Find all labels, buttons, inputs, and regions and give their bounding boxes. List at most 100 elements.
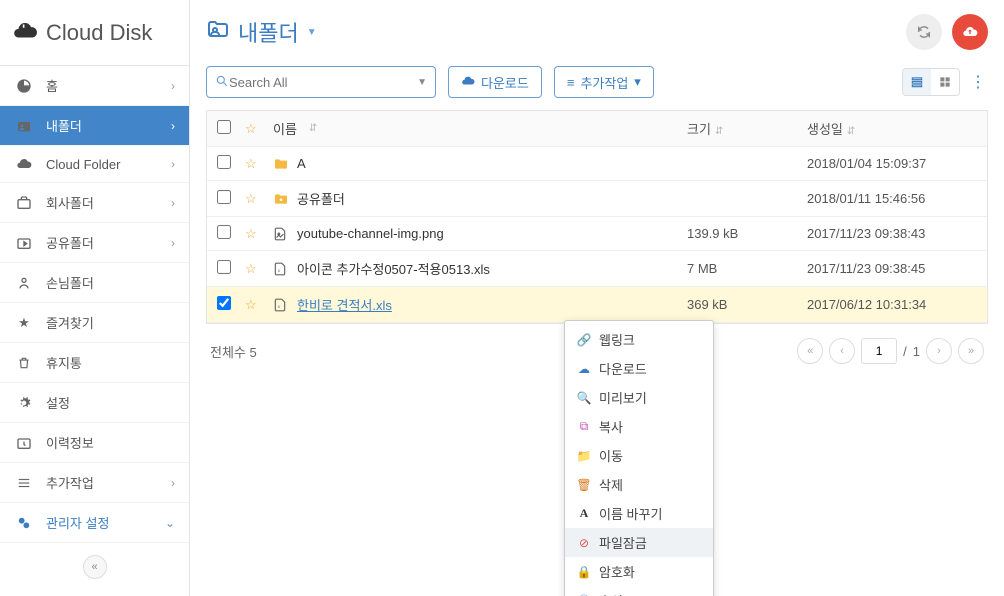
file-size: 139.9 kB — [687, 226, 797, 241]
search-input-container[interactable]: ▼ — [206, 66, 436, 98]
copy-icon: ⧉ — [577, 419, 591, 434]
dropdown-icon: ▾ — [634, 74, 641, 90]
ctx-move[interactable]: 📁이동 — [565, 441, 713, 470]
lock-icon: ⊘ — [577, 536, 591, 550]
row-checkbox[interactable] — [217, 260, 231, 274]
ctx-copy[interactable]: ⧉복사 — [565, 412, 713, 441]
sidebar-item-settings[interactable]: 설정 — [0, 383, 189, 423]
table-row[interactable]: ☆ x한비로 견적서.xls 369 kB 2017/06/12 10:31:3… — [207, 287, 987, 323]
sidebar-item-company[interactable]: 회사폴더 › — [0, 183, 189, 223]
column-created[interactable]: 생성일⇵ — [807, 119, 977, 138]
breadcrumb[interactable]: 내폴더 ▼ — [206, 16, 317, 48]
row-star[interactable]: ☆ — [245, 191, 263, 207]
trash-icon — [14, 356, 34, 370]
row-checkbox[interactable] — [217, 296, 231, 310]
sidebar-item-history[interactable]: 이력정보 — [0, 423, 189, 463]
file-name: youtube-channel-img.png — [297, 226, 444, 241]
chevron-right-icon: › — [171, 119, 175, 133]
ctx-download[interactable]: ☁다운로드 — [565, 354, 713, 383]
sort-icon: ⇵ — [847, 126, 855, 137]
search-input[interactable] — [229, 75, 417, 90]
cloud-download-icon — [461, 74, 475, 91]
column-size[interactable]: 크기⇵ — [687, 119, 797, 138]
sidebar-item-admin[interactable]: 관리자 설정 ⌄ — [0, 503, 189, 543]
sidebar-item-extra[interactable]: 추가작업 › — [0, 463, 189, 503]
table-row[interactable]: ☆ youtube-channel-img.png 139.9 kB 2017/… — [207, 217, 987, 251]
search-icon: 🔍 — [577, 391, 591, 405]
breadcrumb-label: 내폴더 — [238, 16, 299, 48]
chevron-right-icon: › — [171, 157, 175, 171]
ctx-rename[interactable]: A이름 바꾸기 — [565, 499, 713, 528]
row-star[interactable]: ☆ — [245, 226, 263, 242]
sidebar-item-guest[interactable]: 손님폴더 — [0, 263, 189, 303]
ctx-properties[interactable]: ⓘ속성 — [565, 586, 713, 596]
sidebar-item-trash[interactable]: 휴지통 — [0, 343, 189, 383]
upload-button[interactable] — [952, 14, 988, 50]
download-button[interactable]: 다운로드 — [448, 66, 542, 98]
star-column-icon[interactable]: ☆ — [245, 121, 263, 137]
dropdown-icon[interactable]: ▼ — [417, 77, 427, 88]
xls-file-icon: x — [273, 297, 289, 313]
chevron-right-icon: › — [171, 476, 175, 490]
dropdown-icon: ▼ — [307, 27, 317, 38]
xls-file-icon: x — [273, 261, 289, 277]
link-icon: 🔗 — [577, 333, 591, 347]
sidebar-item-myfolder[interactable]: 내폴더 › — [0, 106, 189, 146]
sidebar-collapse-button[interactable]: « — [83, 555, 107, 579]
file-name: 아이콘 추가수정0507-적용0513.xls — [297, 259, 490, 278]
file-name[interactable]: 한비로 견적서.xls — [297, 295, 392, 314]
row-checkbox[interactable] — [217, 155, 231, 169]
star-icon: ★ — [14, 315, 34, 331]
pager-page-input[interactable] — [861, 338, 897, 364]
svg-text:x: x — [278, 267, 281, 272]
row-checkbox[interactable] — [217, 190, 231, 204]
briefcase-icon — [14, 195, 34, 211]
sidebar-item-favorites[interactable]: ★ 즐겨찾기 — [0, 303, 189, 343]
select-all-checkbox[interactable] — [217, 120, 231, 134]
table-row[interactable]: ☆ A 2018/01/04 15:09:37 — [207, 147, 987, 181]
table-row[interactable]: ☆ 공유폴더 2018/01/11 15:46:56 — [207, 181, 987, 217]
file-size: 369 kB — [687, 297, 797, 312]
app-title: Cloud Disk — [46, 20, 152, 46]
pager-last-button[interactable]: » — [958, 338, 984, 364]
more-options-button[interactable]: ⋮ — [968, 69, 988, 95]
sidebar-item-cloudfolder[interactable]: Cloud Folder › — [0, 146, 189, 183]
chevron-right-icon: › — [171, 79, 175, 93]
sidebar-item-share[interactable]: 공유폴더 › — [0, 223, 189, 263]
view-list-button[interactable] — [903, 69, 931, 95]
cloud-disk-icon — [12, 18, 38, 47]
menu-icon: ≡ — [567, 75, 575, 90]
image-file-icon — [273, 226, 289, 242]
row-star[interactable]: ☆ — [245, 156, 263, 172]
gear-icon — [14, 396, 34, 410]
table-row[interactable]: ☆ x아이콘 추가수정0507-적용0513.xls 7 MB 2017/11/… — [207, 251, 987, 287]
folder-icon — [273, 156, 289, 172]
folder-icon: 📁 — [577, 449, 591, 463]
ctx-encrypt[interactable]: 🔒암호화 — [565, 557, 713, 586]
chevron-down-icon: ⌄ — [165, 516, 175, 530]
info-icon: ⓘ — [577, 592, 591, 596]
file-name: A — [297, 156, 306, 171]
row-star[interactable]: ☆ — [245, 261, 263, 277]
ctx-delete[interactable]: 🗑삭제 — [565, 470, 713, 499]
sort-icon: ⇵ — [715, 126, 723, 137]
ctx-lock[interactable]: ⊘파일잠금 — [565, 528, 713, 557]
context-menu: 🔗웹링크 ☁다운로드 🔍미리보기 ⧉복사 📁이동 🗑삭제 A이름 바꾸기 ⊘파일… — [564, 320, 714, 596]
cloud-download-icon: ☁ — [577, 362, 591, 376]
view-grid-button[interactable] — [931, 69, 959, 95]
user-folder-icon — [14, 118, 34, 134]
total-count: 전체수 5 — [210, 342, 257, 361]
pager-prev-button[interactable]: ‹ — [829, 338, 855, 364]
file-date: 2018/01/11 15:46:56 — [807, 191, 977, 206]
pager-first-button[interactable]: « — [797, 338, 823, 364]
refresh-button[interactable] — [906, 14, 942, 50]
row-checkbox[interactable] — [217, 225, 231, 239]
row-star[interactable]: ☆ — [245, 297, 263, 313]
sidebar-item-home[interactable]: 홈 › — [0, 66, 189, 106]
pager-separator: / — [903, 344, 907, 359]
ctx-preview[interactable]: 🔍미리보기 — [565, 383, 713, 412]
ctx-weblink[interactable]: 🔗웹링크 — [565, 325, 713, 354]
column-name[interactable]: 이름⇵ — [273, 119, 677, 138]
extra-actions-button[interactable]: ≡ 추가작업 ▾ — [554, 66, 654, 98]
pager-next-button[interactable]: › — [926, 338, 952, 364]
